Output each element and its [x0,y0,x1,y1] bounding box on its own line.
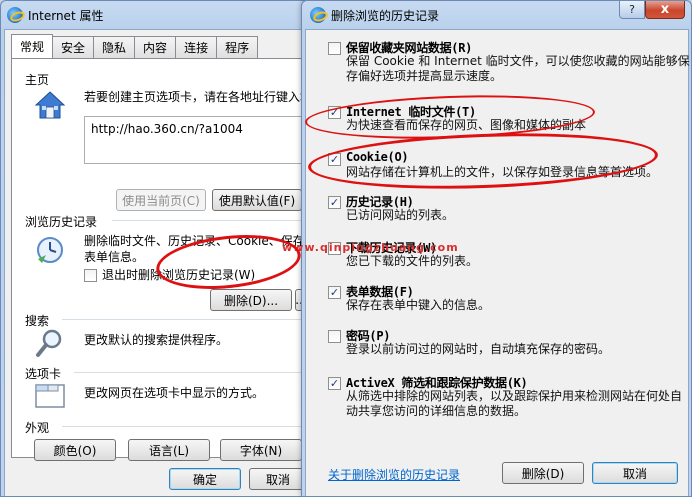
delete-option-checkbox[interactable] [328,286,341,299]
delete-option-description-line: 为快速查看而保存的网页、图像和媒体的副本 [346,118,587,132]
delete-on-exit-label: 退出时删除浏览历史记录(W) [102,268,256,282]
tab-general[interactable]: 常规 [11,34,54,58]
history-description-line1: 删除临时文件、历史记录、Cookie、保存的 [84,234,312,248]
delete-option-description-line: 您已下载的文件的列表。 [346,254,479,268]
home-url-value: http://hao.360.cn/?a1004 [91,122,243,136]
delete-option-title: Cookie(O) [346,150,409,164]
delete-confirm-button[interactable]: 删除(D) [502,462,584,484]
delete-option-description-line: 已访问网站的列表。 [346,208,455,222]
languages-button[interactable]: 语言(L) [128,439,210,461]
tab-content[interactable]: 内容 [134,36,177,58]
search-magnifier-icon [34,327,66,359]
delete-on-exit-checkbox[interactable] [84,269,97,282]
ok-button[interactable]: 确定 [169,468,241,490]
delete-option-checkbox[interactable] [328,153,341,166]
history-section-title: 浏览历史记录 [25,215,98,229]
delete-option-description-line: 存偏好选项并提高显示速度。 [346,69,503,83]
search-divider [62,319,302,320]
appearance-section-title: 外观 [25,421,50,435]
internet-options-window: Internet 属性 常规 安全 隐私 内容 连接 程序 主页 若要创建主页选… [0,0,312,497]
delete-option-checkbox[interactable] [328,330,341,343]
delete-option-description: 为快速查看而保存的网页、图像和媒体的副本 [346,118,586,133]
colors-button[interactable]: 颜色(O) [34,439,116,461]
delete-option-description: 网站存储在计算机上的文件，以保存如登录信息等首选项。 [346,165,658,180]
delete-option-description-line: 登录以前访问过的网站时，自动填充保存的密码。 [346,342,611,356]
delete-option-checkbox[interactable] [328,42,341,55]
watermark-text: www.qinpingzhuang.com [282,241,459,254]
delete-option-description: 您已下载的文件的列表。 [346,254,478,269]
internet-explorer-icon [310,7,326,23]
internet-explorer-icon [7,7,23,23]
history-divider [112,220,302,221]
close-button[interactable]: x [645,1,685,19]
tabs-window-icon [34,381,66,409]
delete-option-description: 已访问网站的列表。 [346,208,454,223]
cancel-button[interactable]: 取消 [249,468,307,490]
tab-programs[interactable]: 程序 [216,36,259,58]
delete-option-checkbox[interactable] [328,106,341,119]
delete-option-description-line: 动共享您访问的详细信息的数据。 [346,404,527,418]
help-button[interactable]: ? [619,1,645,19]
tabs-section-title: 选项卡 [25,367,62,381]
history-clock-icon [34,233,66,265]
home-icon [34,89,66,121]
history-delete-button[interactable]: 删除(D)... [210,289,292,311]
close-icon: x [660,2,670,17]
appearance-divider [62,426,302,427]
delete-option-description-line: 网站存储在计算机上的文件，以保存如登录信息等首选项。 [346,165,659,179]
delete-history-body: 保留收藏夹网站数据(R) 保留 Cookie 和 Internet 临时文件，可以… [305,29,690,496]
internet-options-body: 常规 安全 隐私 内容 连接 程序 主页 若要创建主页选项卡，请在各地址行键入地… [4,29,311,496]
use-current-button[interactable]: 使用当前页(C) [116,189,206,211]
delete-option-description-line: 从筛选中排除的网站列表，以及跟踪保护用来检测网站在何处自 [346,389,683,403]
delete-option-description: 保留 Cookie 和 Internet 临时文件，可以使您收藏的网站能够保 存偏… [346,54,690,84]
tab-privacy[interactable]: 隐私 [93,36,136,58]
delete-option-description-line: 保存在表单中键入的信息。 [346,298,491,312]
window-title: 删除浏览的历史记录 [331,8,440,23]
delete-option-checkbox[interactable] [328,196,341,209]
general-tab-panel: 主页 若要创建主页选项卡，请在各地址行键入地 http://hao.360.cn… [11,58,311,461]
tabs-divider [74,372,302,373]
tabs-description: 更改网页在选项卡中显示的方式。 [84,386,265,400]
delete-option-checkbox[interactable] [328,377,341,390]
window-title: Internet 属性 [28,8,104,23]
use-default-button[interactable]: 使用默认值(F) [212,189,302,211]
home-description: 若要创建主页选项卡，请在各地址行键入地 [84,90,312,104]
delete-option-description: 从筛选中排除的网站列表，以及跟踪保护用来检测网站在何处自 动共享您访问的详细信息的… [346,389,682,419]
home-section-title: 主页 [25,73,50,87]
tab-strip: 常规 安全 隐私 内容 连接 程序 [11,34,259,58]
delete-cancel-button[interactable]: 取消 [592,462,678,484]
help-icon: ? [629,3,635,16]
fonts-button[interactable]: 字体(N) [220,439,302,461]
home-url-textarea[interactable]: http://hao.360.cn/?a1004 [84,116,304,164]
internet-options-titlebar[interactable]: Internet 属性 [1,1,311,29]
delete-option-description-line: 保留 Cookie 和 Internet 临时文件，可以使您收藏的网站能够保 [346,54,690,68]
tab-security[interactable]: 安全 [52,36,95,58]
tab-connections[interactable]: 连接 [175,36,218,58]
history-description-line2: 表单信息。 [84,250,145,264]
search-description: 更改默认的搜索提供程序。 [84,333,229,347]
about-delete-history-link[interactable]: 关于删除浏览的历史记录 [328,466,460,483]
delete-option-description: 登录以前访问过的网站时，自动填充保存的密码。 [346,342,610,357]
delete-option-description: 保存在表单中键入的信息。 [346,298,490,313]
